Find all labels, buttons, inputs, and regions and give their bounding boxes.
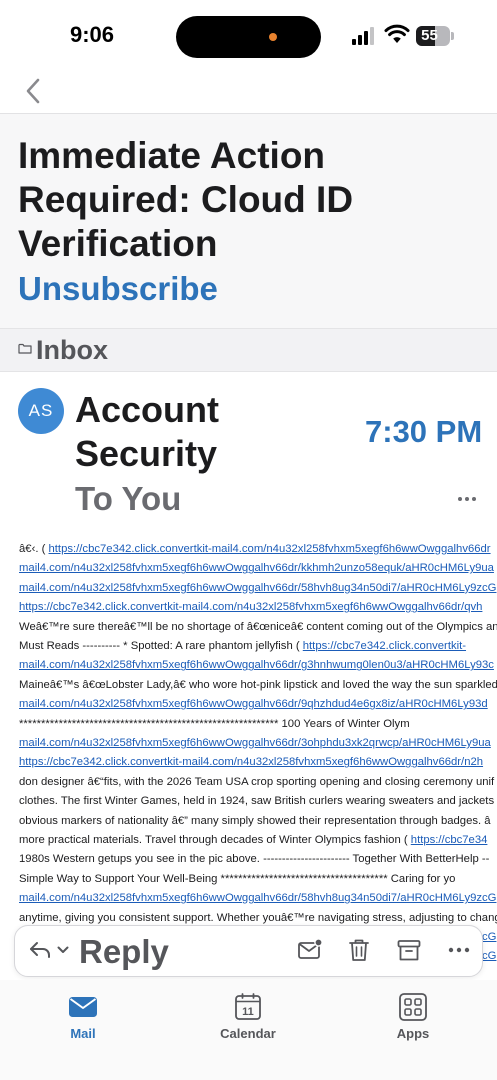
body-line[interactable]: mail4.com/n4u32xl258fvhxm5xegf6h6wwOwgga… [19, 657, 497, 673]
dynamic-island [176, 16, 321, 58]
reply-button[interactable]: Reply [79, 933, 169, 971]
sender-name[interactable]: Account Security [75, 388, 265, 476]
message-body: â€‹. ( https://cbc7e342.click.convertkit… [0, 536, 497, 976]
body-line[interactable]: https://cbc7e342.click.convertkit-mail4.… [19, 599, 497, 615]
battery-cap [451, 32, 454, 40]
folder-bar[interactable]: Inbox [0, 328, 497, 372]
status-bar: 9:06 55 [0, 0, 497, 72]
body-line: Maineâ€™s â€œLobster Lady,â€​ who wore h… [19, 677, 497, 693]
tab-apps[interactable]: Apps [358, 992, 468, 1056]
chevron-down-icon[interactable] [57, 945, 69, 955]
message-time: 7:30 PM [365, 414, 483, 449]
tab-bar: Mail 11 Calendar Apps [0, 980, 497, 1080]
nav-bar [0, 72, 497, 114]
body-link[interactable]: https://cbc7e342.click.convertkit-mail4.… [49, 543, 491, 555]
body-link[interactable]: https://cbc7e342.click.convertkit- [303, 640, 466, 652]
calendar-day-number: 11 [242, 1006, 254, 1018]
archive-icon[interactable] [396, 937, 422, 963]
body-text: Maineâ€™s â€œLobster Lady,â€​ who wore h… [19, 678, 497, 691]
body-text: obvious markers of nationality â€” many … [19, 814, 491, 827]
body-line[interactable]: mail4.com/n4u32xl258fvhxm5xegf6h6wwOwgga… [19, 890, 497, 906]
battery-level: 55 [421, 27, 438, 44]
body-line[interactable]: mail4.com/n4u32xl258fvhxm5xegf6h6wwOwgga… [19, 580, 497, 596]
body-line[interactable]: mail4.com/n4u32xl258fvhxm5xegf6h6wwOwgga… [19, 560, 497, 576]
apps-icon [399, 993, 427, 1021]
more-options-icon[interactable] [458, 486, 478, 512]
folder-label: Inbox [36, 335, 108, 365]
mark-unread-icon[interactable] [297, 937, 323, 963]
body-line[interactable]: mail4.com/n4u32xl258fvhxm5xegf6h6wwOwgga… [19, 696, 497, 712]
recipient-label[interactable]: To You [75, 480, 181, 518]
activity-indicator-dot [269, 33, 277, 41]
body-line: ****************************************… [19, 716, 497, 732]
sender-avatar[interactable]: AS [18, 388, 64, 434]
status-time: 9:06 [70, 22, 115, 47]
tab-label-apps: Apps [396, 1026, 430, 1041]
body-link[interactable]: mail4.com/n4u32xl258fvhxm5xegf6h6wwOwgga… [19, 659, 494, 671]
body-line: don designer â€“fits, with the 2026 Team… [19, 774, 497, 790]
tab-label-calendar: Calendar [220, 1026, 276, 1041]
tab-calendar[interactable]: 11 Calendar [193, 992, 303, 1056]
more-actions-icon[interactable] [446, 937, 472, 963]
body-text: Must Reads ---------- * Spotted: A rare … [19, 640, 303, 652]
unsubscribe-link[interactable]: Unsubscribe [18, 270, 218, 308]
body-link[interactable]: mail4.com/n4u32xl258fvhxm5xegf6h6wwOwgga… [19, 892, 496, 904]
body-link[interactable]: mail4.com/n4u32xl258fvhxm5xegf6h6wwOwgga… [19, 737, 491, 749]
body-text: 1980s Western getups you see in the pic … [19, 853, 490, 866]
battery-icon: 55 [416, 26, 450, 46]
body-link[interactable]: https://cbc7e34 [411, 834, 488, 846]
body-line[interactable]: mail4.com/n4u32xl258fvhxm5xegf6h6wwOwgga… [19, 735, 497, 751]
body-text: anytime, giving you consistent support. … [19, 911, 497, 924]
body-text: Simple Way to Support Your Well-Being **… [19, 872, 456, 885]
body-text: Weâ€™re sure thereâ€™ll be no shortage o… [19, 620, 497, 633]
body-text: ****************************************… [19, 717, 410, 730]
wifi-icon [384, 24, 410, 43]
body-link[interactable]: https://cbc7e342.click.convertkit-mail4.… [19, 756, 483, 768]
body-link[interactable]: mail4.com/n4u32xl258fvhxm5xegf6h6wwOwgga… [19, 582, 496, 594]
folder-icon [18, 343, 32, 354]
email-subject: Immediate Action Required: Cloud ID Veri… [18, 135, 354, 264]
subject-block: Immediate Action Required: Cloud ID Veri… [0, 114, 497, 328]
body-text: don designer â€“fits, with the 2026 Team… [19, 775, 495, 788]
body-line[interactable]: more practical materials. Travel through… [19, 832, 497, 848]
body-link[interactable]: mail4.com/n4u32xl258fvhxm5xegf6h6wwOwgga… [19, 562, 494, 574]
back-chevron-icon[interactable] [20, 74, 46, 108]
message-action-bar: Reply [14, 925, 483, 977]
cellular-signal-icon [352, 27, 376, 45]
body-text: more practical materials. Travel through… [19, 834, 411, 846]
body-line[interactable]: â€‹. ( https://cbc7e342.click.convertkit… [19, 541, 497, 557]
body-line[interactable]: Must Reads ---------- * Spotted: A rare … [19, 638, 497, 654]
tab-label-mail: Mail [70, 1026, 96, 1041]
body-line: Weâ€™re sure thereâ€™ll be no shortage o… [19, 619, 497, 635]
body-link[interactable]: mail4.com/n4u32xl258fvhxm5xegf6h6wwOwgga… [19, 698, 488, 710]
body-link[interactable]: https://cbc7e342.click.convertkit-mail4.… [19, 601, 482, 613]
body-line[interactable]: https://cbc7e342.click.convertkit-mail4.… [19, 754, 497, 770]
calendar-icon: 11 [235, 993, 261, 1020]
body-line: anytime, giving you consistent support. … [19, 910, 497, 926]
body-text: â€‹. ( [19, 543, 49, 555]
body-line: 1980s Western getups you see in the pic … [19, 851, 497, 867]
mail-icon [69, 997, 97, 1017]
body-line: obvious markers of nationality â€” many … [19, 813, 497, 829]
body-line: Simple Way to Support Your Well-Being **… [19, 871, 497, 887]
trash-icon[interactable] [346, 937, 372, 963]
tab-mail[interactable]: Mail [28, 992, 138, 1056]
reply-arrow-icon[interactable] [29, 940, 51, 960]
body-line: clothes. The first Winter Games, held in… [19, 793, 497, 809]
body-text: clothes. The first Winter Games, held in… [19, 795, 495, 808]
